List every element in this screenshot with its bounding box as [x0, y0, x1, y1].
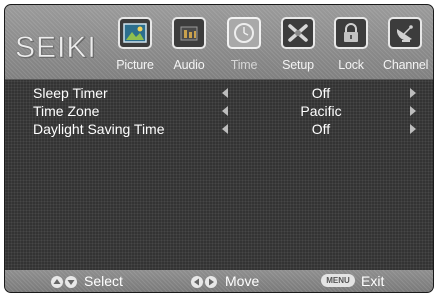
setting-value: Pacific — [300, 103, 342, 119]
tab-label: Time — [230, 58, 258, 72]
arrow-right-icon[interactable] — [410, 106, 416, 116]
tab-lock[interactable]: Lock — [329, 17, 373, 72]
setting-row-time-zone[interactable]: Time Zone Pacific — [5, 103, 433, 121]
tab-label: Audio — [173, 58, 205, 72]
arrow-left-icon[interactable] — [222, 88, 228, 98]
hint-move: Move — [191, 273, 281, 289]
brand-logo: SEIKI — [15, 31, 97, 65]
arrow-left-icon[interactable] — [222, 124, 228, 134]
tab-label: Setup — [282, 58, 314, 72]
tab-channel[interactable]: Channel — [383, 17, 429, 72]
hint-exit-label: Exit — [361, 273, 385, 289]
audio-icon — [172, 17, 206, 49]
setting-label: Time Zone — [33, 103, 100, 119]
hint-select: Select — [51, 273, 151, 289]
arrow-right-icon[interactable] — [410, 88, 416, 98]
tab-label: Channel — [383, 58, 429, 72]
setting-label: Daylight Saving Time — [33, 121, 165, 137]
up-down-arrows-icon — [51, 275, 79, 292]
menu-key-icon: MENU — [321, 274, 355, 287]
hint-exit: MENU Exit — [321, 273, 421, 289]
tab-setup[interactable]: Setup — [276, 17, 320, 72]
setting-value: Off — [311, 85, 331, 101]
arrow-right-icon[interactable] — [410, 124, 416, 134]
setup-icon — [281, 17, 315, 49]
tab-picture[interactable]: Picture — [113, 17, 157, 72]
tab-audio[interactable]: Audio — [167, 17, 211, 72]
time-icon — [227, 17, 261, 49]
channel-icon — [388, 17, 422, 49]
tab-time[interactable]: Time — [222, 17, 266, 72]
menu-header: SEIKI Picture Audio Time Setup Lock Chan… — [5, 5, 433, 79]
arrow-left-icon[interactable] — [222, 106, 228, 116]
picture-icon — [118, 17, 152, 49]
hint-select-label: Select — [84, 273, 123, 289]
hint-move-label: Move — [225, 273, 260, 289]
header-divider — [5, 79, 433, 80]
help-bar: Select Move MENU Exit — [5, 270, 433, 292]
setting-row-daylight-saving-time[interactable]: Daylight Saving Time Off — [5, 121, 433, 139]
tab-label: Lock — [338, 58, 364, 72]
left-right-arrows-icon — [191, 275, 219, 292]
lock-icon — [334, 17, 368, 49]
tv-settings-menu: SEIKI Picture Audio Time Setup Lock Chan… — [4, 4, 434, 293]
setting-label: Sleep Timer — [33, 85, 108, 101]
tab-label: Picture — [116, 58, 154, 72]
setting-row-sleep-timer[interactable]: Sleep Timer Off — [5, 85, 433, 103]
setting-value: Off — [311, 121, 331, 137]
